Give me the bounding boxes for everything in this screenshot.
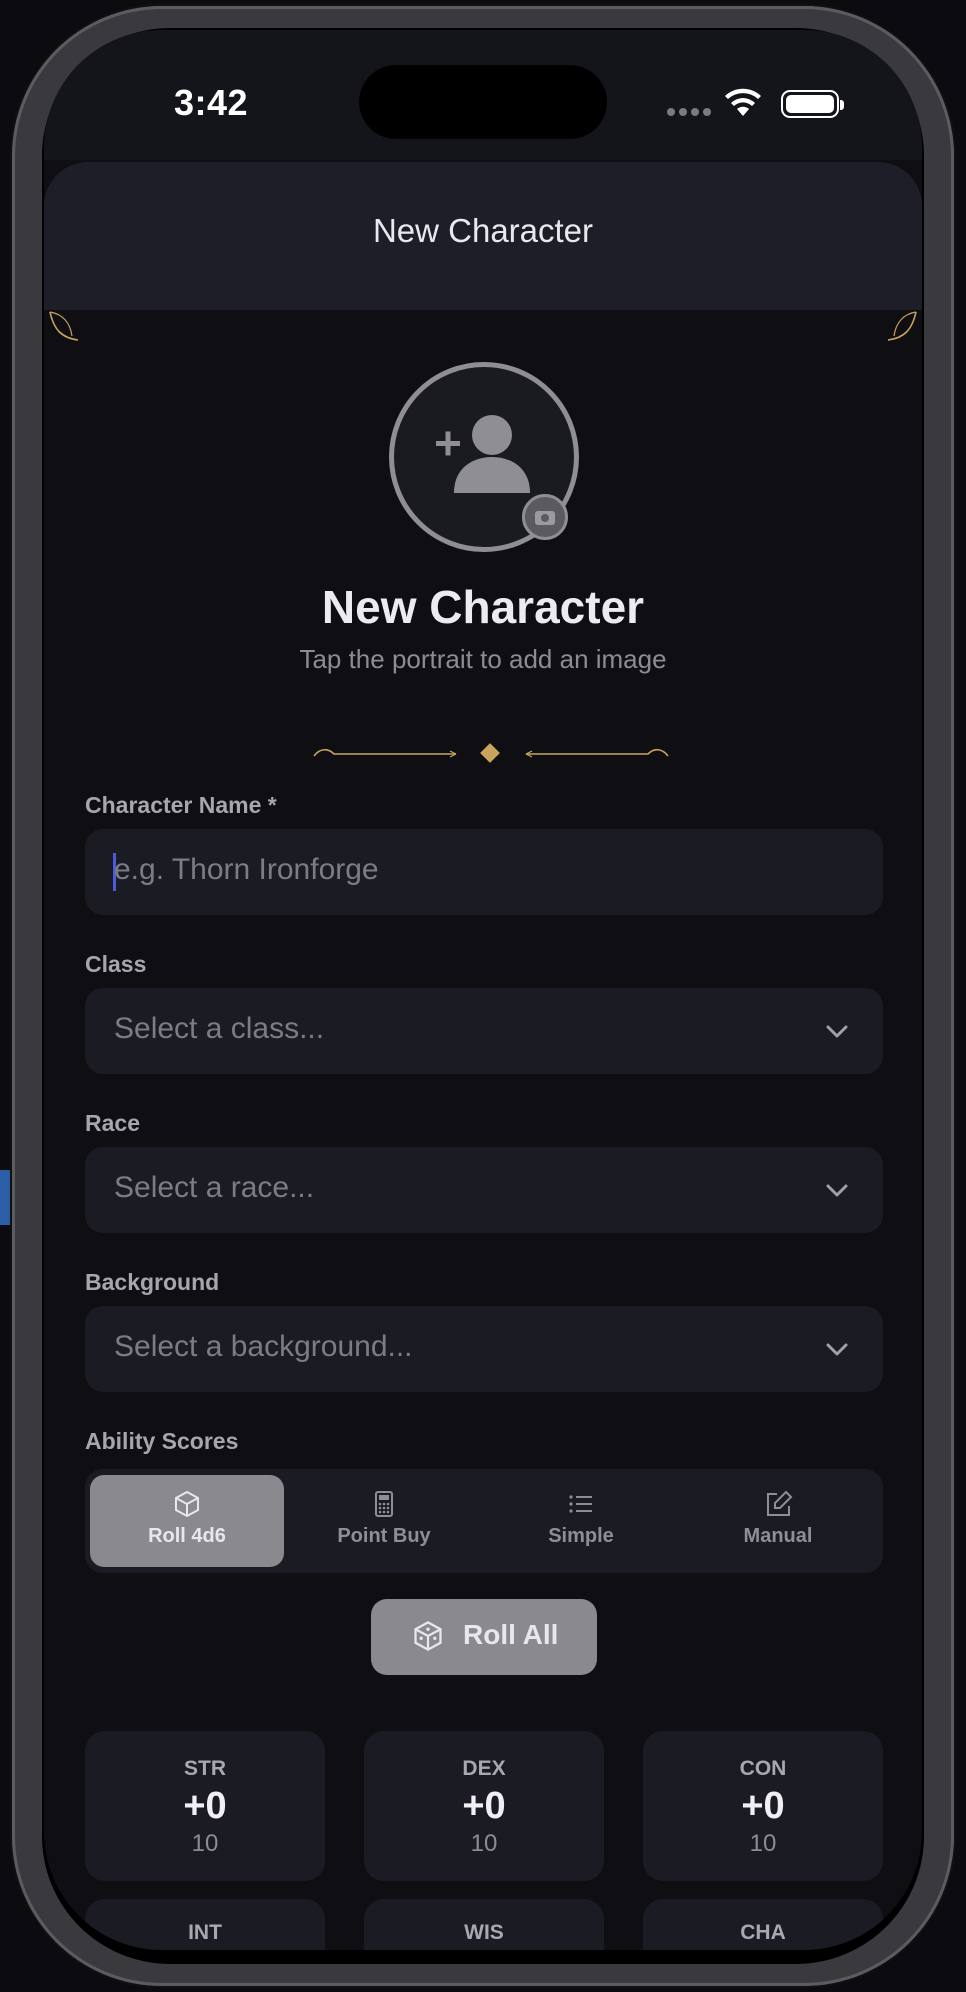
dice-icon (175, 1490, 199, 1518)
name-label: Character Name * (85, 792, 277, 818)
ability-scores-label: Ability Scores (85, 1428, 239, 1454)
method-label: Manual (743, 1525, 813, 1547)
dynamic-island (359, 65, 607, 139)
chevron-down-icon (826, 1025, 848, 1038)
class-label: Class (85, 951, 147, 977)
ability-card-con[interactable]: CON +0 10 (643, 1731, 883, 1881)
sheet-header: New Character (44, 162, 922, 310)
method-roll-4d6[interactable]: Roll 4d6 (90, 1475, 284, 1567)
class-select[interactable]: Select a class... (85, 988, 883, 1074)
race-select-value: Select a race... (114, 1171, 315, 1204)
ability-score: 10 (191, 1830, 219, 1857)
ability-card-dex[interactable]: DEX +0 10 (364, 1731, 604, 1881)
clock: 3:42 (174, 82, 249, 123)
edit-icon (767, 1490, 793, 1516)
corner-flourish-right-icon (887, 311, 917, 341)
background-select[interactable]: Select a background... (85, 1306, 883, 1392)
cellular-signal-icon (667, 108, 711, 116)
status-bar: 3:42 (44, 30, 922, 160)
sheet-title: New Character (372, 212, 594, 249)
character-name-input[interactable]: e.g. Thorn Ironforge (85, 829, 883, 915)
roll-all-label: Roll All (463, 1619, 559, 1650)
ability-modifier: +0 (462, 1785, 506, 1827)
ability-score: 10 (749, 1830, 777, 1857)
ability-name: STR (184, 1757, 226, 1780)
method-label: Point Buy (337, 1525, 431, 1547)
ability-name: DEX (462, 1757, 506, 1780)
battery-icon (781, 90, 844, 118)
ability-name: CON (739, 1757, 787, 1780)
list-icon (569, 1495, 592, 1513)
camera-icon[interactable] (522, 494, 568, 540)
method-simple[interactable]: Simple (484, 1475, 678, 1567)
class-select-value: Select a class... (114, 1012, 325, 1045)
portrait-title: New Character (321, 581, 645, 633)
race-label: Race (85, 1110, 140, 1136)
method-manual[interactable]: Manual (681, 1475, 875, 1567)
ability-modifier: +0 (183, 1785, 227, 1827)
background-select-value: Select a background... (114, 1330, 413, 1363)
ability-score: 10 (470, 1830, 498, 1857)
ability-card-cha[interactable]: CHA (643, 1899, 883, 1950)
race-select[interactable]: Select a race... (85, 1147, 883, 1233)
ability-name: INT (188, 1921, 222, 1944)
method-label: Roll 4d6 (148, 1525, 226, 1547)
name-placeholder: e.g. Thorn Ironforge (114, 853, 379, 886)
dice-icon (414, 1621, 442, 1651)
ability-method-selector: Roll 4d6 Point Buy Simple Manual (85, 1469, 883, 1573)
background-app-strip (0, 1170, 12, 1225)
ability-modifier: +0 (741, 1785, 785, 1827)
chevron-down-icon (826, 1343, 848, 1356)
wifi-icon (725, 88, 761, 116)
ability-card-wis[interactable]: WIS (364, 1899, 604, 1950)
background-label: Background (85, 1269, 220, 1295)
calculator-icon (375, 1491, 393, 1517)
ability-card-str[interactable]: STR +0 10 (85, 1731, 325, 1881)
ability-card-int[interactable]: INT (85, 1899, 325, 1950)
corner-flourish-left-icon (49, 311, 79, 341)
portrait-hint: Tap the portrait to add an image (299, 644, 667, 674)
app-screen: 3:42 New Character New Character Tap the… (44, 30, 922, 1950)
chevron-down-icon (826, 1184, 848, 1197)
ability-name: WIS (464, 1921, 504, 1944)
ability-name: CHA (740, 1921, 786, 1944)
method-point-buy[interactable]: Point Buy (287, 1475, 481, 1567)
roll-all-button[interactable]: Roll All (371, 1599, 597, 1675)
ornamental-divider-icon (313, 743, 669, 763)
method-label: Simple (548, 1525, 614, 1547)
